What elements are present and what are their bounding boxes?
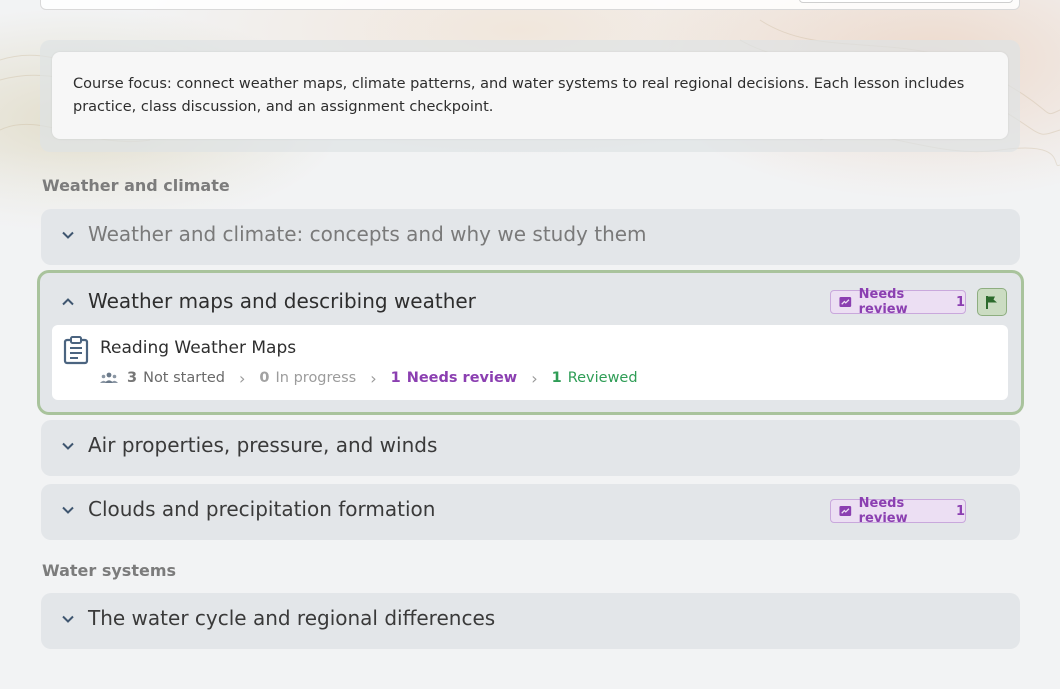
needs-review-badge: Needs review 1 (830, 287, 966, 317)
top-toolbar (40, 0, 1020, 10)
flag-button[interactable] (977, 288, 1007, 316)
chevron-down-icon (62, 442, 74, 450)
badge-label: Needs review (858, 287, 908, 317)
unit-title: Air properties, pressure, and winds (88, 433, 438, 457)
unit-title: Weather and climate: concepts and why we… (88, 222, 647, 246)
unit-row-clouds-and-precipitation[interactable]: Clouds and precipitation formation Needs… (41, 484, 1020, 540)
reviewed-count: 1 (551, 370, 562, 386)
progress-needs-review[interactable]: 1 Needs review (391, 370, 518, 386)
lesson-card-reading-weather-maps[interactable]: Reading Weather Maps 3 Not started › 0 In … (52, 325, 1008, 400)
unit-row-weather-and-climate-concepts[interactable]: Weather and climate: concepts and why we… (41, 209, 1020, 265)
top-search-input[interactable] (799, 0, 1013, 3)
chevron-up-icon (62, 298, 74, 306)
unit-row-water-cycle[interactable]: The water cycle and regional differences (41, 593, 1020, 649)
clipboard-icon (63, 336, 89, 365)
unit-title: Clouds and precipitation formation (88, 497, 436, 521)
review-icon (839, 506, 852, 516)
chevron-right-icon: › (531, 368, 538, 388)
unit-row-air-properties[interactable]: Air properties, pressure, and winds (41, 420, 1020, 476)
in-progress-count: 0 (259, 370, 270, 386)
course-focus-text: Course focus: connect weather maps, clim… (52, 52, 1008, 139)
badge-count: 1 (955, 294, 965, 310)
lesson-title: Reading Weather Maps (100, 338, 297, 358)
unit-title: The water cycle and regional differences (88, 606, 496, 630)
needs-review-count: 1 (390, 370, 401, 386)
needs-review-badge: Needs review 1 (830, 496, 966, 526)
unit-row-weather-maps-expanded[interactable]: Weather maps and describing weather Need… (37, 270, 1024, 415)
chevron-right-icon: › (239, 368, 246, 388)
section-label-water-systems: Water systems (42, 561, 177, 580)
review-icon (839, 297, 852, 307)
chevron-right-icon: › (370, 368, 377, 388)
not-started-count: 3 (127, 370, 138, 386)
course-focus-panel: Course focus: connect weather maps, clim… (40, 40, 1020, 152)
chevron-down-icon (62, 231, 74, 239)
lesson-progress-summary: 3 Not started › 0 In progress › 1 Needs rev… (100, 368, 638, 388)
section-label-weather-and-climate: Weather and climate (42, 176, 230, 195)
reviewed-label: Reviewed (567, 370, 638, 386)
needs-review-label: Needs review (406, 370, 518, 386)
in-progress-label: In progress (275, 370, 357, 386)
unit-title: Weather maps and describing weather (88, 289, 476, 313)
progress-in-progress[interactable]: 0 In progress (259, 370, 356, 386)
progress-reviewed[interactable]: 1 Reviewed (552, 370, 638, 386)
chevron-down-icon (62, 506, 74, 514)
chevron-down-icon (62, 615, 74, 623)
flag-icon (986, 295, 997, 309)
progress-not-started[interactable]: 3 Not started (127, 370, 225, 386)
badge-count: 1 (955, 503, 965, 519)
students-icon (100, 372, 118, 383)
badge-label: Needs review (858, 496, 908, 526)
not-started-label: Not started (143, 370, 226, 386)
